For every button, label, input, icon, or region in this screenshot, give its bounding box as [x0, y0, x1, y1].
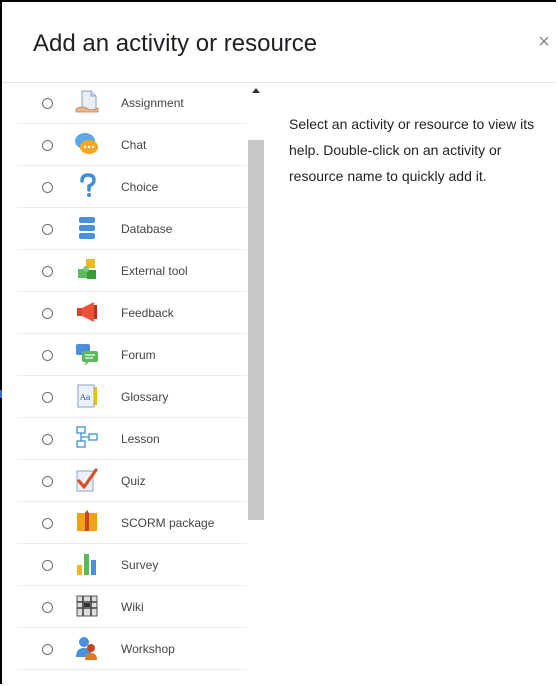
forum-icon — [74, 341, 100, 367]
list-item[interactable]: Lesson — [17, 418, 247, 460]
list-item[interactable]: Quiz — [17, 460, 247, 502]
item-label: Feedback — [121, 306, 174, 320]
external-tool-icon — [74, 257, 100, 283]
radio-button[interactable] — [42, 602, 53, 613]
list-item[interactable]: Workshop — [17, 628, 247, 670]
radio-button[interactable] — [42, 518, 53, 529]
radio-button[interactable] — [42, 98, 53, 109]
svg-text:Aa: Aa — [79, 393, 91, 402]
assignment-icon — [74, 89, 100, 115]
item-label: Wiki — [121, 600, 144, 614]
radio-button[interactable] — [42, 224, 53, 235]
radio-button[interactable] — [42, 266, 53, 277]
activity-list: Assignment Chat Choice Database External… — [17, 82, 264, 686]
item-label: Survey — [121, 558, 159, 572]
item-label: Forum — [121, 348, 156, 362]
item-label: External tool — [121, 264, 188, 278]
radio-button[interactable] — [42, 350, 53, 361]
choice-icon — [74, 173, 100, 199]
radio-button[interactable] — [42, 392, 53, 403]
radio-button[interactable] — [42, 434, 53, 445]
list-item[interactable]: Feedback — [17, 292, 247, 334]
wiki-icon — [74, 593, 100, 619]
item-label: SCORM package — [121, 516, 215, 530]
item-label: Workshop — [121, 642, 175, 656]
feedback-icon — [74, 299, 100, 325]
item-label: Lesson — [121, 432, 160, 446]
list-item[interactable]: Database — [17, 208, 247, 250]
radio-button[interactable] — [42, 476, 53, 487]
database-icon — [74, 215, 100, 241]
workshop-icon — [74, 635, 100, 661]
item-label: Quiz — [121, 474, 146, 488]
item-label: Choice — [121, 180, 159, 194]
chat-icon — [74, 131, 100, 157]
radio-button[interactable] — [42, 140, 53, 151]
radio-button[interactable] — [42, 560, 53, 571]
lesson-icon — [74, 425, 100, 451]
dialog-header: Add an activity or resource × — [2, 2, 556, 83]
glossary-icon: Aa — [74, 383, 100, 409]
item-label: Chat — [121, 138, 147, 152]
add-activity-dialog: Add an activity or resource × Assignment — [0, 0, 556, 684]
background-link-edge — [0, 390, 2, 398]
scorm-package-icon — [74, 509, 100, 535]
list-scrollbar[interactable] — [248, 82, 264, 686]
item-label: Glossary — [121, 390, 169, 404]
item-label: Assignment — [121, 96, 184, 110]
radio-button[interactable] — [42, 182, 53, 193]
list-item[interactable]: Wiki — [17, 586, 247, 628]
list-item[interactable]: Chat — [17, 124, 247, 166]
scrollbar-thumb[interactable] — [248, 140, 264, 520]
list-item[interactable]: Survey — [17, 544, 247, 586]
dialog-title: Add an activity or resource — [33, 30, 318, 57]
help-text: Select an activity or resource to view i… — [289, 116, 535, 184]
list-item[interactable]: Forum — [17, 334, 247, 376]
close-button[interactable]: × — [536, 32, 552, 52]
radio-button[interactable] — [42, 308, 53, 319]
scroll-up-arrow-icon[interactable] — [252, 88, 260, 93]
list-item[interactable]: Aa Glossary — [17, 376, 247, 418]
close-icon: × — [538, 31, 550, 53]
list-item[interactable]: SCORM package — [17, 502, 247, 544]
survey-icon — [74, 551, 100, 577]
item-label: Database — [121, 222, 173, 236]
quiz-icon — [74, 467, 100, 493]
list-item[interactable]: External tool — [17, 250, 247, 292]
radio-button[interactable] — [42, 644, 53, 655]
list-item[interactable]: Choice — [17, 166, 247, 208]
list-item[interactable]: Assignment — [17, 82, 247, 124]
